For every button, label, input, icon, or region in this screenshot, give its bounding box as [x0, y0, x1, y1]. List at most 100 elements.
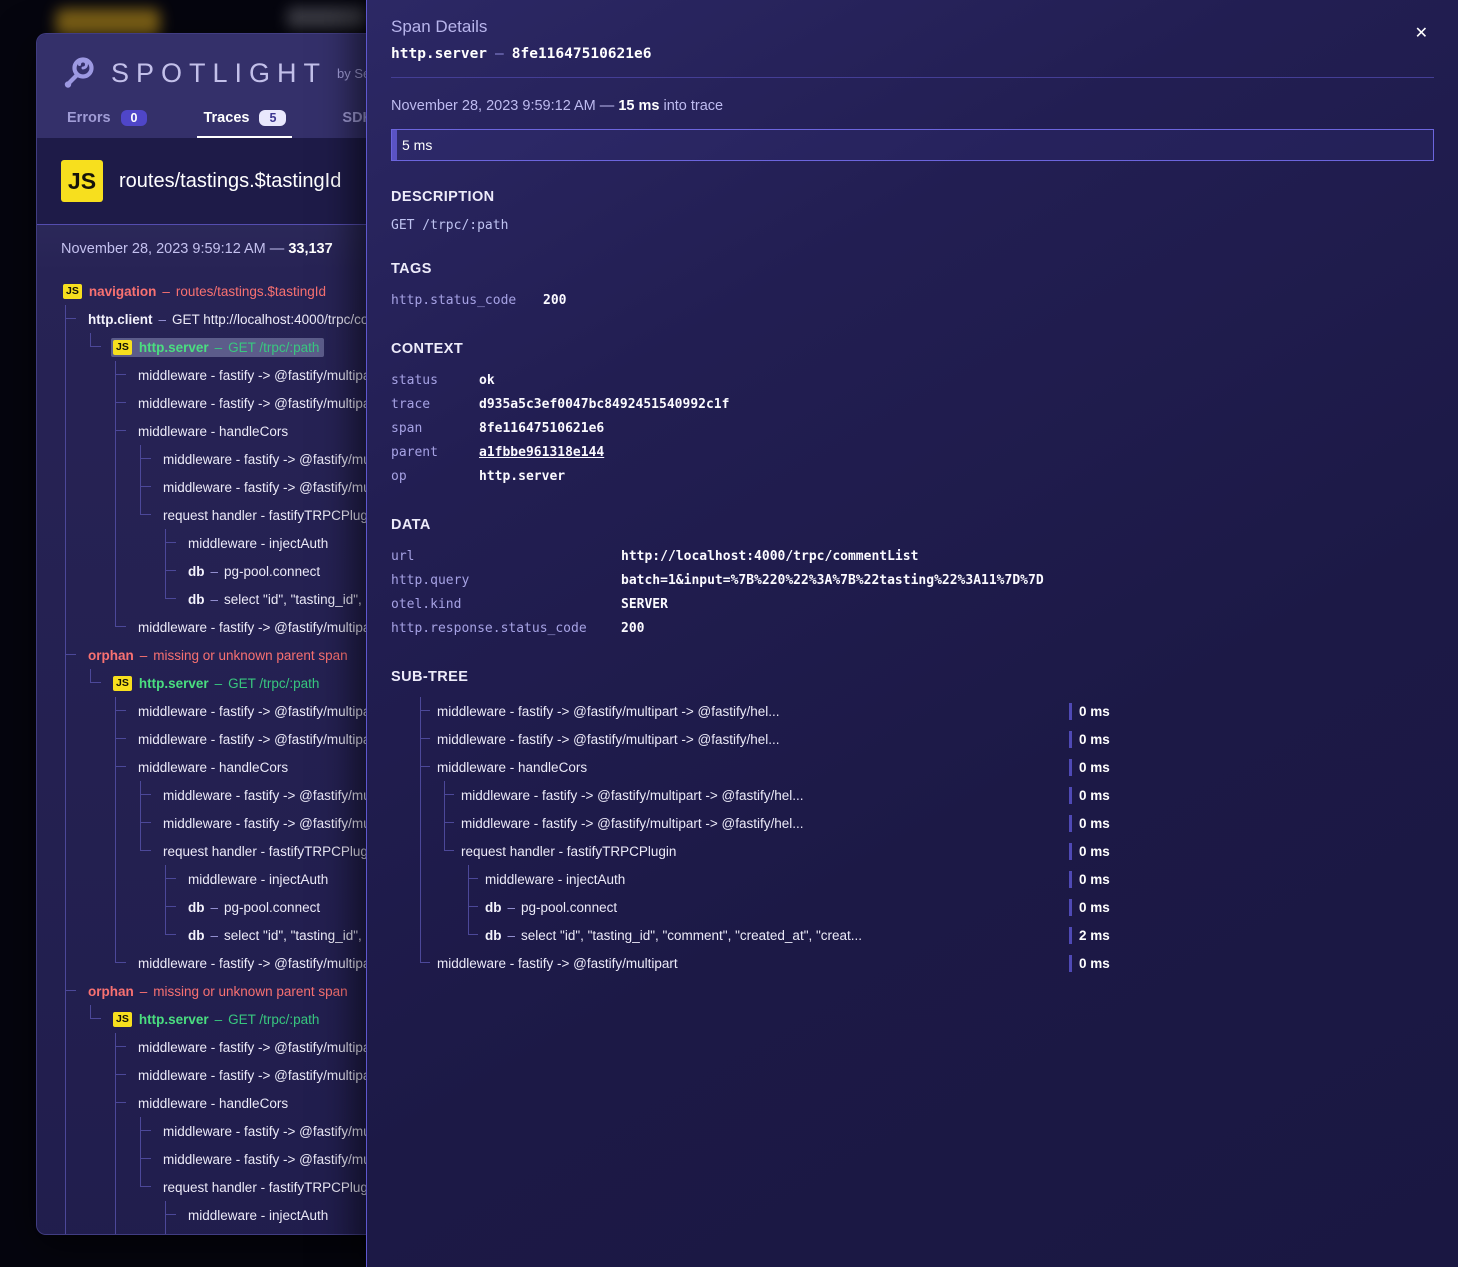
- span-label: middleware - fastify -> @fastify/multipa…: [437, 697, 780, 725]
- kv-row: parenta1fbbe961318e144: [391, 441, 1434, 465]
- span-op-name: orphan: [88, 984, 134, 999]
- subtree-span-row[interactable]: request handler - fastifyTRPCPlugin0 ms: [391, 837, 1434, 865]
- span-label: middleware - handleCors: [437, 753, 587, 781]
- span-op: http.server: [391, 46, 487, 62]
- span-row-content: request handler - fastifyTRPCPlugin: [37, 837, 383, 865]
- tab-traces[interactable]: Traces5: [197, 108, 292, 138]
- duration-tick: [1069, 843, 1072, 860]
- trace-title: routes/tastings.$tastingId: [119, 170, 341, 193]
- tree-line: [420, 738, 430, 739]
- span-offset: 15 ms: [618, 98, 659, 114]
- subtree-span-row[interactable]: db–select "id", "tasting_id", "comment",…: [391, 921, 1434, 949]
- span-label: db–pg-pool.connect: [186, 562, 325, 581]
- kv-row: http.status_code200: [391, 289, 1434, 313]
- context-table: statusoktraced935a5c3ef0047bc84924515409…: [391, 369, 1434, 489]
- span-label: middleware - injectAuth: [485, 865, 625, 893]
- span-label: middleware - injectAuth: [186, 1206, 333, 1225]
- span-row-content: JShttp.server–GET /trpc/:path: [37, 669, 324, 697]
- span-label: db–select "id", "tasting_id", "comment",…: [485, 921, 862, 949]
- tree-line: [468, 906, 478, 907]
- span-row-content: middleware - fastify -> @fastify/multipa…: [37, 613, 384, 641]
- brand-name: SPOTLIGHT: [111, 58, 327, 89]
- span-op-name: http.client: [88, 312, 153, 327]
- duration-tick: [1069, 955, 1072, 972]
- page: { "spotlight": { "brand": {"name": "SPOT…: [0, 0, 1458, 1267]
- span-description-value: GET /trpc/:path: [391, 218, 1434, 233]
- tab-count-badge: 5: [259, 110, 286, 126]
- subtree-span-row[interactable]: middleware - fastify -> @fastify/multipa…: [391, 725, 1434, 753]
- parent-span-link[interactable]: a1fbbe961318e144: [479, 441, 604, 465]
- span-label: middleware - fastify -> @fastify/multipa…: [461, 809, 804, 837]
- spotlight-magnifier-icon: [61, 54, 99, 92]
- duration-tick: [1069, 787, 1072, 804]
- subtree-span-row[interactable]: middleware - handleCors0 ms: [391, 753, 1434, 781]
- subtree-span-row[interactable]: middleware - injectAuth0 ms: [391, 865, 1434, 893]
- span-label: middleware - fastify -> @fastify/multipa…: [136, 618, 384, 637]
- span-label: request handler - fastifyTRPCPlugin: [161, 1178, 383, 1197]
- kv-value: ok: [479, 369, 495, 393]
- span-op-name: http.server: [139, 340, 209, 355]
- span-label: orphan–missing or unknown parent span: [86, 982, 353, 1001]
- js-platform-icon: JS: [61, 160, 103, 202]
- tree-line: [420, 865, 421, 893]
- kv-value: batch=1&input=%7B%220%22%3A%7B%22tasting…: [621, 569, 1044, 593]
- span-duration: 0 ms: [1079, 781, 1110, 809]
- section-subtree-heading: SUB-TREE: [391, 669, 1434, 685]
- tree-line: [468, 934, 478, 935]
- subtree-span-row[interactable]: middleware - fastify -> @fastify/multipa…: [391, 809, 1434, 837]
- tree-line: [444, 822, 454, 823]
- duration-tick: [1069, 815, 1072, 832]
- span-label: middleware - injectAuth: [186, 870, 333, 889]
- span-desc: pg-pool.connect: [224, 900, 320, 915]
- span-row-content: middleware - injectAuth: [37, 865, 333, 893]
- duration-tick: [1069, 703, 1072, 720]
- kv-row: urlhttp://localhost:4000/trpc/commentLis…: [391, 545, 1434, 569]
- subtree-span-row[interactable]: db–pg-pool.connect0 ms: [391, 893, 1434, 921]
- kv-key: url: [391, 545, 621, 569]
- js-badge-icon: JS: [63, 284, 82, 299]
- span-op-name: db: [485, 928, 502, 943]
- tab-errors[interactable]: Errors0: [61, 108, 153, 138]
- subtree-span-row[interactable]: middleware - fastify -> @fastify/multipa…: [391, 949, 1434, 977]
- kv-row: span8fe11647510621e6: [391, 417, 1434, 441]
- subtree-tree: middleware - fastify -> @fastify/multipa…: [391, 697, 1434, 977]
- span-sep: –: [215, 1012, 223, 1027]
- span-row-content: db–pg-pool.connect: [37, 557, 325, 585]
- span-desc: select "id", "tasting_id", "comment", "c…: [521, 928, 862, 943]
- tree-line: [420, 962, 430, 963]
- span-desc: middleware - handleCors: [138, 1096, 288, 1111]
- kv-key: otel.kind: [391, 593, 621, 617]
- subtree-span-row[interactable]: middleware - fastify -> @fastify/multipa…: [391, 781, 1434, 809]
- span-row-content: middleware - injectAuth: [37, 529, 333, 557]
- span-desc: middleware - fastify -> @fastify/multipa…: [138, 956, 379, 971]
- kv-key: status: [391, 369, 479, 393]
- span-desc: middleware - handleCors: [138, 424, 288, 439]
- close-icon[interactable]: ✕: [1415, 26, 1428, 42]
- span-duration-bar: 5 ms: [391, 129, 1434, 161]
- span-label: middleware - handleCors: [136, 758, 293, 777]
- duration-tick: [1069, 871, 1072, 888]
- kv-value: 200: [621, 617, 644, 641]
- span-op-name: db: [188, 592, 205, 607]
- tree-line: [444, 837, 445, 851]
- tree-line: [420, 809, 421, 837]
- kv-value: SERVER: [621, 593, 668, 617]
- span-sep: –: [159, 312, 167, 327]
- section-context-heading: CONTEXT: [391, 341, 1434, 357]
- section-description-heading: DESCRIPTION: [391, 189, 1434, 205]
- tree-line: [115, 1229, 116, 1235]
- duration-tick: [1069, 899, 1072, 916]
- span-date: November 28, 2023 9:59:12 AM: [391, 98, 596, 114]
- span-duration: 0 ms: [1079, 837, 1110, 865]
- span-label: middleware - handleCors: [136, 422, 293, 441]
- tree-line: [468, 893, 469, 907]
- span-desc: GET /trpc/:path: [228, 1012, 319, 1027]
- subtree-span-row[interactable]: middleware - fastify -> @fastify/multipa…: [391, 697, 1434, 725]
- kv-value: http://localhost:4000/trpc/commentList: [621, 545, 918, 569]
- tab-count-badge: 0: [121, 110, 148, 126]
- kv-row: otel.kindSERVER: [391, 593, 1434, 617]
- tree-line: [420, 949, 421, 963]
- duration-tick: [1069, 759, 1072, 776]
- tree-line: [420, 837, 421, 865]
- js-badge-icon: JS: [113, 1012, 132, 1027]
